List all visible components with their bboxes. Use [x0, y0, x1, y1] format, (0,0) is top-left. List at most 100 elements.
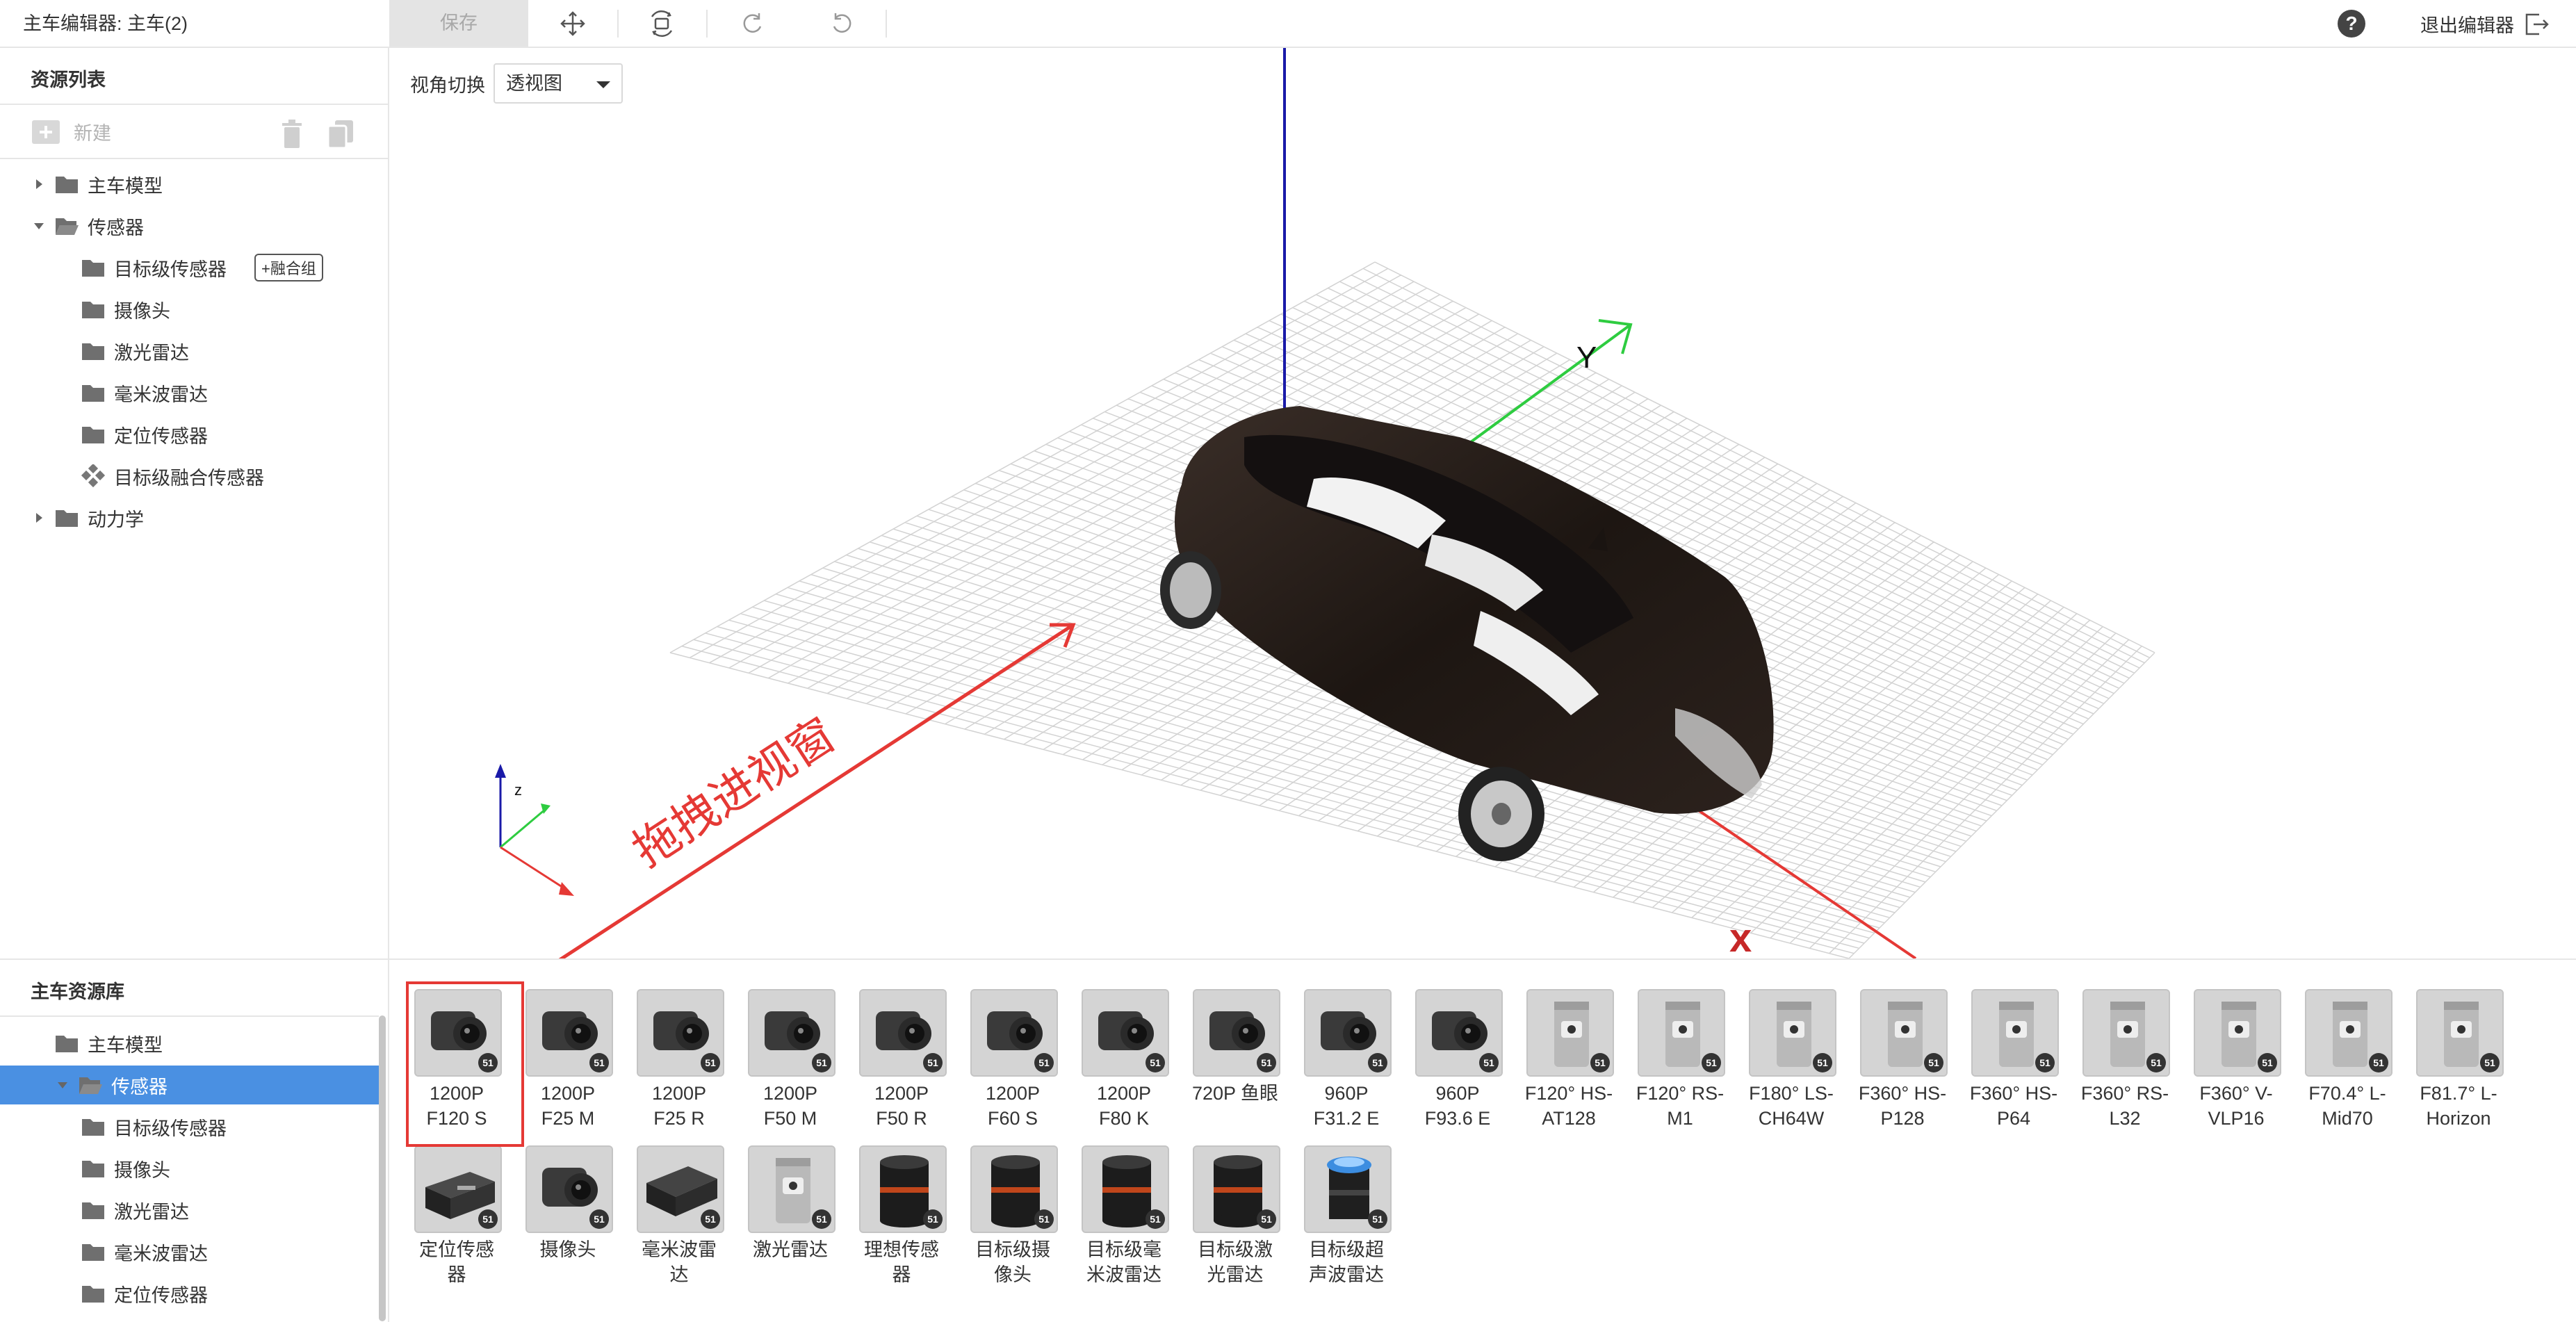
- folder-icon: [56, 510, 78, 527]
- library-item-card[interactable]: 51 F120° RS- M1: [1628, 957, 1732, 1129]
- library-item-card[interactable]: 51 F70.4° L- Mid70: [2295, 957, 2399, 1129]
- tree-item-label: 激光雷达: [114, 342, 189, 364]
- library-scrollbar[interactable]: [379, 1015, 386, 1321]
- scene-canvas[interactable]: Y x z 拖拽进视窗: [389, 48, 2576, 958]
- tree-item-label: 毫米波雷达: [114, 384, 208, 405]
- move-tool-button[interactable]: [549, 0, 596, 47]
- new-button[interactable]: 新建: [31, 117, 111, 145]
- tree-item[interactable]: 目标级传感器 +融合组: [0, 248, 388, 287]
- exit-editor-label: 退出编辑器: [2420, 15, 2514, 36]
- tree-item[interactable]: 激光雷达: [0, 332, 388, 370]
- car-model[interactable]: [1160, 406, 1774, 861]
- library-item-card[interactable]: 51 目标级毫 米波雷达: [1072, 1113, 1176, 1285]
- folder-icon: [82, 260, 104, 277]
- exit-editor-button[interactable]: 退出编辑器: [2420, 0, 2550, 48]
- library-item-card[interactable]: 51 1200P F50 R: [849, 957, 954, 1129]
- library-item-label: F360° HS- P64: [1969, 1083, 2058, 1129]
- tree-item[interactable]: 定位传感器: [0, 1274, 379, 1313]
- redo-icon: [743, 13, 762, 33]
- lidar-icon: 51: [1526, 989, 1614, 1077]
- add-fusion-group-button[interactable]: +融合组: [254, 254, 323, 281]
- library-item-label: 目标级超 声波雷达: [1309, 1239, 1384, 1285]
- folder-icon: [82, 302, 104, 318]
- library-item-card[interactable]: 51 F360° RS- L32: [2073, 957, 2177, 1129]
- library-item-label: F120° HS- AT128: [1524, 1083, 1613, 1129]
- copy-icon[interactable]: [327, 119, 354, 149]
- camera-icon: 51: [748, 989, 835, 1077]
- folder-icon: [82, 1161, 104, 1177]
- library-item-card[interactable]: 51 激光雷达: [738, 1113, 842, 1270]
- tree-item[interactable]: 摄像头: [0, 290, 388, 329]
- tree-item[interactable]: 传感器: [0, 206, 388, 245]
- chevron-down-icon: [596, 81, 610, 88]
- folder-open-icon: [56, 218, 79, 235]
- undo-button[interactable]: [819, 0, 866, 47]
- tree-item[interactable]: 目标级融合传感器: [0, 457, 388, 496]
- tree-item[interactable]: 毫米波雷达: [0, 373, 388, 412]
- tree-item[interactable]: 动力学: [0, 498, 388, 537]
- tree-item[interactable]: 激光雷达: [0, 1191, 379, 1230]
- help-icon[interactable]: ?: [2338, 10, 2365, 38]
- library-item-card[interactable]: 51 1200P F25 R: [627, 957, 731, 1129]
- library-item-label: 激光雷达: [753, 1239, 828, 1260]
- caret-down-icon[interactable]: [54, 1077, 71, 1093]
- library-item-card[interactable]: 51 摄像头: [516, 1113, 620, 1270]
- lidar-icon: 51: [2194, 989, 2281, 1077]
- tree-item[interactable]: 定位传感器: [0, 415, 388, 454]
- view-switch-label: 视角切换: [410, 75, 485, 96]
- tree-item[interactable]: 主车模型: [0, 165, 388, 204]
- caret-down-icon[interactable]: [31, 218, 47, 234]
- caret-right-icon[interactable]: [31, 176, 47, 193]
- library-item-card[interactable]: 51 F81.7° L- Horizon: [2406, 957, 2511, 1129]
- library-item-card[interactable]: 51 目标级激 光雷达: [1183, 1113, 1287, 1285]
- view-mode-select[interactable]: 透视图: [494, 63, 623, 104]
- redo-button[interactable]: [728, 0, 776, 47]
- library-item-card[interactable]: 51 1200P F25 M: [516, 957, 620, 1129]
- lidar-icon: 51: [2082, 989, 2170, 1077]
- cylinder-icon: 51: [859, 1145, 947, 1233]
- top-toolbar: 主车编辑器: 主车(2) 保存 ? 退出编辑器: [0, 0, 2576, 48]
- library-item-card[interactable]: 51 1200P F60 S: [961, 957, 1065, 1129]
- library-item-card[interactable]: 51 960P F93.6 E: [1405, 957, 1510, 1129]
- 3d-viewport[interactable]: Y x z 拖拽进视窗 视角切换 透视图: [389, 48, 2576, 958]
- library-item-label: 摄像头: [539, 1239, 596, 1260]
- rotate-view-tool-button[interactable]: [638, 0, 685, 47]
- library-item-card[interactable]: 51 F120° HS- AT128: [1517, 957, 1621, 1129]
- radar-box-icon: 51: [637, 1145, 724, 1233]
- library-item-label: 目标级摄 像头: [975, 1239, 1050, 1285]
- library-item-label: 目标级激 光雷达: [1198, 1239, 1273, 1285]
- tree-item[interactable]: 目标级传感器: [0, 1107, 379, 1146]
- delete-icon[interactable]: [278, 119, 306, 149]
- new-icon: [32, 120, 60, 144]
- library-item-card[interactable]: 51 F180° LS- CH64W: [1739, 957, 1843, 1129]
- cylinder-icon: 51: [1193, 1145, 1280, 1233]
- tree-item[interactable]: 传感器: [0, 1066, 379, 1104]
- resource-toolbar: 新建: [0, 104, 388, 159]
- version-badge: 51: [1368, 1053, 1387, 1072]
- library-item-card[interactable]: 51 F360° HS- P64: [1962, 957, 2066, 1129]
- library-item-card[interactable]: 51 F360° V- VLP16: [2184, 957, 2288, 1129]
- lidar-icon: 51: [1638, 989, 1725, 1077]
- tree-item[interactable]: 毫米波雷达: [0, 1232, 379, 1271]
- library-item-card[interactable]: 51 720P 鱼眼: [1183, 957, 1287, 1113]
- tree-item-label: 目标级传感器: [114, 1118, 227, 1139]
- version-badge: 51: [812, 1053, 831, 1072]
- folder-icon: [56, 1036, 78, 1052]
- library-item-card[interactable]: 51 目标级超 声波雷达: [1294, 1113, 1399, 1285]
- tree-item-label: 摄像头: [114, 1159, 170, 1181]
- version-badge: 51: [1146, 1053, 1165, 1072]
- library-item-card[interactable]: 51 目标级摄 像头: [961, 1113, 1065, 1285]
- library-item-card[interactable]: 51 1200P F50 M: [738, 957, 842, 1129]
- library-item-card[interactable]: 51 960P F31.2 E: [1294, 957, 1399, 1129]
- tree-item[interactable]: 摄像头: [0, 1149, 379, 1188]
- library-item-card[interactable]: 51 1200P F80 K: [1072, 957, 1176, 1129]
- library-item-card[interactable]: 51 F360° HS- P128: [1850, 957, 1955, 1129]
- library-item-card[interactable]: 51 理想传感 器: [849, 1113, 954, 1285]
- tree-item[interactable]: 主车模型: [0, 1024, 379, 1063]
- camera-icon: 51: [1082, 989, 1169, 1077]
- library-item-card[interactable]: 51 毫米波雷 达: [627, 1113, 731, 1285]
- save-button[interactable]: 保存: [389, 0, 528, 47]
- caret-right-icon[interactable]: [31, 509, 47, 526]
- editor-title: 主车编辑器: 主车(2): [23, 13, 188, 34]
- tree-item-label: 传感器: [111, 1076, 168, 1097]
